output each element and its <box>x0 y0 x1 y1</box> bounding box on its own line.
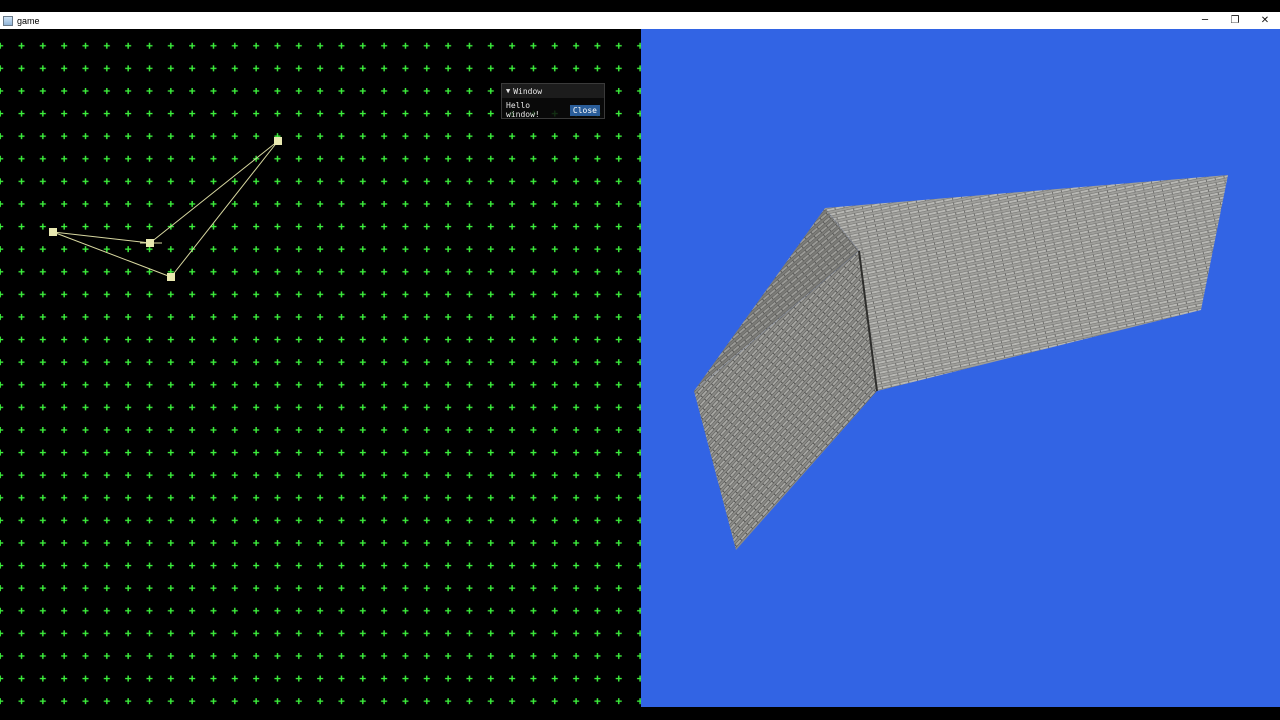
collapse-arrow-icon[interactable]: ▼ <box>506 87 510 95</box>
app-icon <box>3 15 13 26</box>
minimize-button[interactable]: ─ <box>1190 12 1220 29</box>
imgui-title-bar[interactable]: ▼ Window <box>502 84 604 98</box>
window-title: game <box>17 15 40 26</box>
app-content: ▼ Window Hello window! Close <box>0 29 1280 707</box>
window-titlebar[interactable]: game ─ ❐ ✕ <box>0 12 1280 29</box>
vertex-handle <box>274 137 282 145</box>
imgui-body-text: Hello window! <box>506 101 540 119</box>
vertex-handle <box>146 239 154 247</box>
editor-2d-panel[interactable]: ▼ Window Hello window! Close <box>0 29 641 707</box>
restore-button[interactable]: ❐ <box>1220 12 1250 29</box>
bottom-strip <box>0 707 1280 720</box>
viewport-3d[interactable] <box>641 29 1280 707</box>
imgui-close-button[interactable]: Close <box>569 104 600 116</box>
imgui-window[interactable]: ▼ Window Hello window! Close <box>501 83 605 119</box>
wall-long-face <box>825 175 1228 391</box>
vertex-handle <box>167 273 175 281</box>
imgui-body: Hello window! Close <box>502 98 604 122</box>
viewport-canvas[interactable] <box>641 29 1280 707</box>
close-button[interactable]: ✕ <box>1250 12 1280 29</box>
grid-background <box>0 29 641 707</box>
vertex-handle <box>49 228 57 236</box>
window-controls: ─ ❐ ✕ <box>1190 12 1280 29</box>
top-strip <box>0 0 1280 12</box>
editor-canvas[interactable] <box>0 29 641 707</box>
imgui-title: Window <box>513 86 543 96</box>
